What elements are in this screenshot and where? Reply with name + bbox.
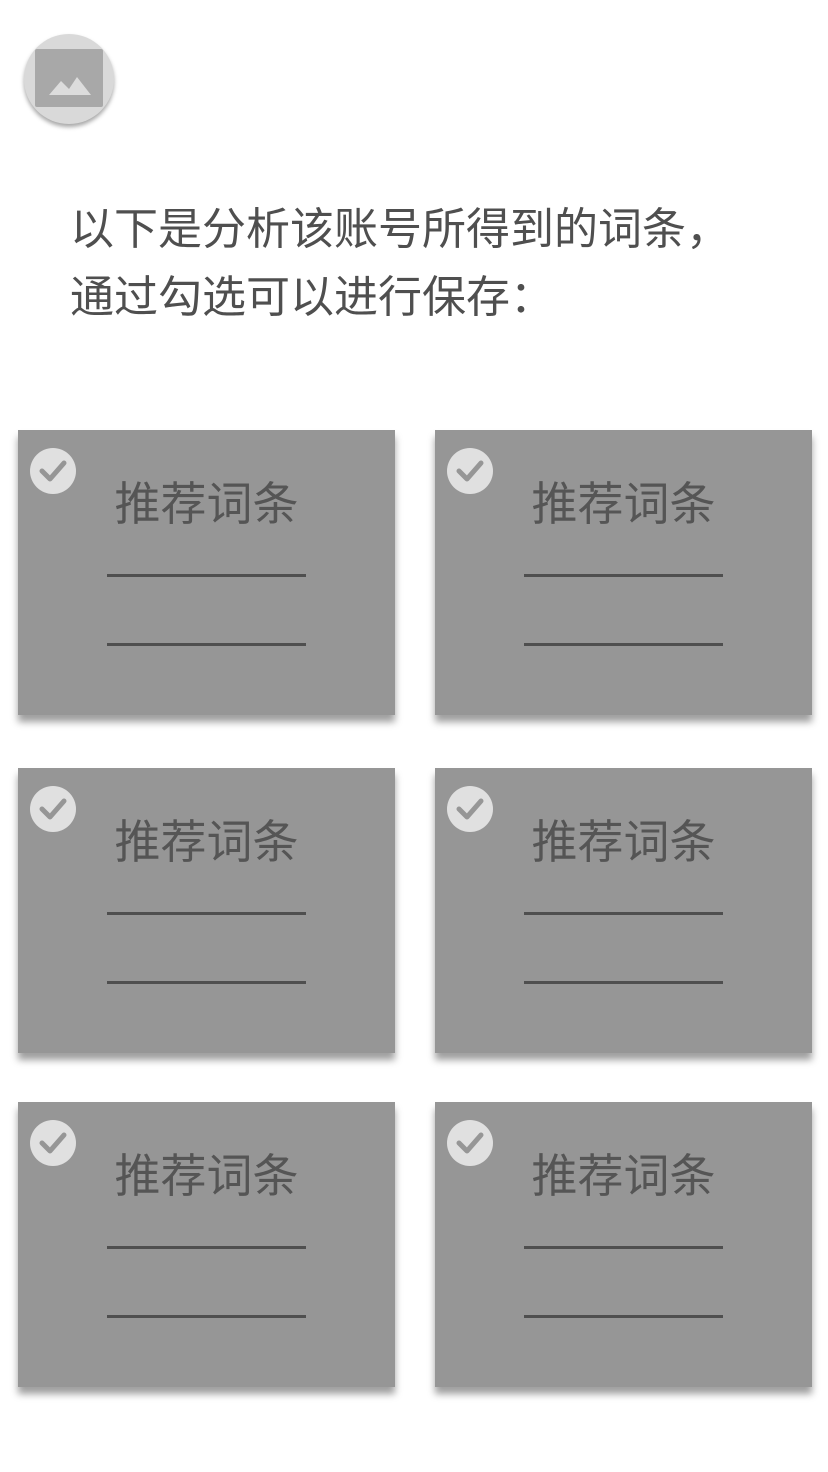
term-title: 推荐词条 (531, 1149, 716, 1203)
term-card-5[interactable]: 推荐词条 (18, 1102, 395, 1387)
term-blank-line (107, 981, 306, 984)
term-blank-line (524, 981, 723, 984)
term-card-3[interactable]: 推荐词条 (18, 768, 395, 1053)
term-blank-line (524, 912, 723, 915)
term-blank-line (107, 912, 306, 915)
term-blank-line (107, 643, 306, 646)
term-blank-line (524, 643, 723, 646)
term-blank-line (107, 574, 306, 577)
term-title: 推荐词条 (114, 815, 299, 869)
term-title: 推荐词条 (114, 477, 299, 531)
term-title: 推荐词条 (114, 1149, 299, 1203)
term-card-4[interactable]: 推荐词条 (435, 768, 812, 1053)
intro-line-2: 通过勾选可以进行保存： (70, 272, 554, 323)
term-blank-line (524, 1315, 723, 1318)
intro-text: 以下是分析该账号所得到的词条， 通过勾选可以进行保存： (70, 196, 790, 332)
avatar[interactable] (24, 34, 114, 124)
intro-line-1: 以下是分析该账号所得到的词条， (70, 204, 730, 255)
term-blank-line (524, 1246, 723, 1249)
term-blank-line (107, 1315, 306, 1318)
term-title: 推荐词条 (531, 815, 716, 869)
term-card-2[interactable]: 推荐词条 (435, 430, 812, 715)
term-blank-line (107, 1246, 306, 1249)
image-placeholder-icon (35, 49, 103, 107)
term-title: 推荐词条 (531, 477, 716, 531)
term-card-1[interactable]: 推荐词条 (18, 430, 395, 715)
term-card-6[interactable]: 推荐词条 (435, 1102, 812, 1387)
term-blank-line (524, 574, 723, 577)
